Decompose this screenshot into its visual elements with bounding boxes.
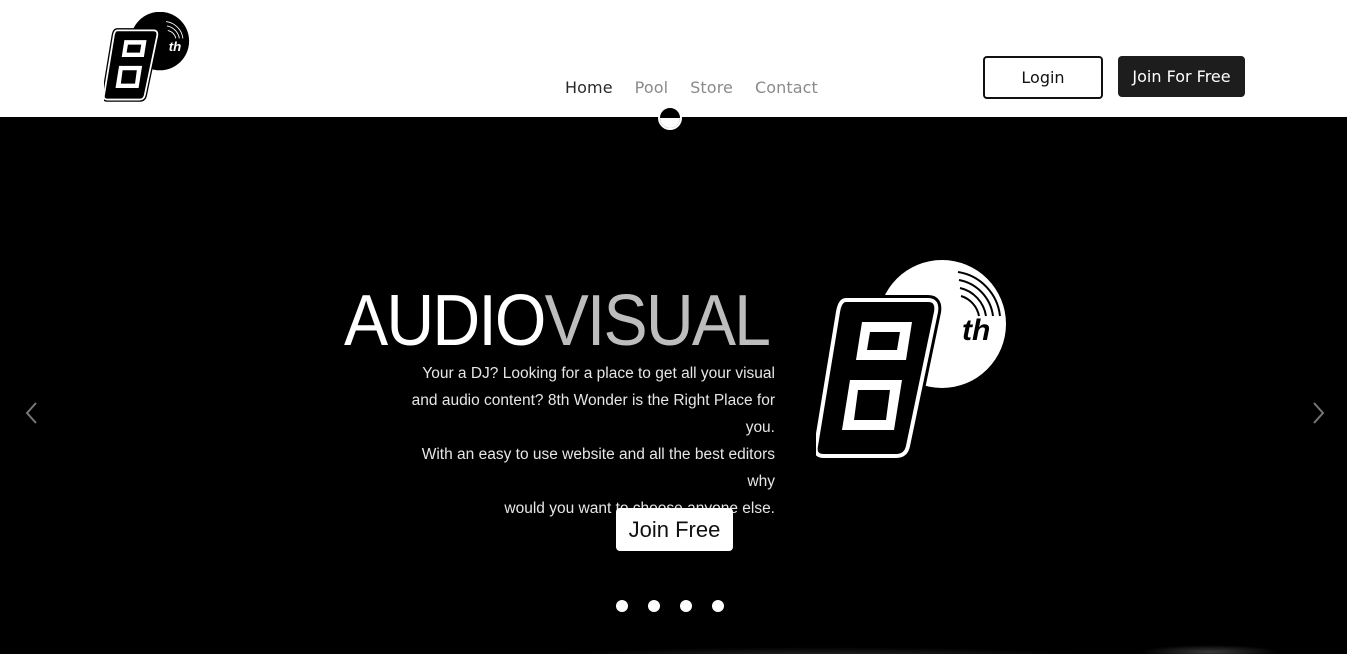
hero-description: Your a DJ? Looking for a place to get al… [390, 360, 775, 522]
8th-logo-icon: th [816, 260, 1006, 460]
main-nav: Home Pool Store Contact [565, 78, 840, 97]
chevron-right-icon[interactable] [1308, 399, 1328, 427]
headline-visual: VISUAL [544, 281, 771, 361]
bottom-glow-decoration [1140, 645, 1280, 654]
hero-slider: AUDIOVISUAL Your a DJ? Looking for a pla… [0, 117, 1347, 654]
login-button[interactable]: Login [983, 56, 1103, 99]
site-header: th Home Pool Store Contact Login Join Fo… [0, 0, 1347, 117]
nav-home[interactable]: Home [565, 78, 613, 97]
svg-text:th: th [962, 314, 990, 347]
join-for-free-button[interactable]: Join For Free [1118, 56, 1245, 97]
8th-logo-icon[interactable]: th [104, 12, 190, 102]
nav-contact[interactable]: Contact [755, 78, 818, 97]
description-line: and audio content? 8th Wonder is the Rig… [411, 392, 775, 436]
slide-dot-2[interactable] [648, 600, 660, 612]
chevron-left-icon[interactable] [22, 399, 42, 427]
nav-pool[interactable]: Pool [635, 78, 669, 97]
slide-dot-1[interactable] [616, 600, 628, 612]
slide-dot-3[interactable] [680, 600, 692, 612]
bottom-glow-decoration [540, 647, 1100, 654]
slide-dot-4[interactable] [712, 600, 724, 612]
description-line: Your a DJ? Looking for a place to get al… [422, 365, 775, 382]
nav-active-indicator [658, 106, 682, 130]
headline-audio: AUDIO [344, 281, 546, 361]
hero-headline: AUDIOVISUAL [344, 285, 771, 357]
slide-indicators [616, 600, 724, 612]
join-free-button[interactable]: Join Free [616, 508, 733, 551]
svg-text:th: th [169, 39, 182, 54]
description-line: With an easy to use website and all the … [421, 446, 775, 490]
nav-store[interactable]: Store [690, 78, 733, 97]
